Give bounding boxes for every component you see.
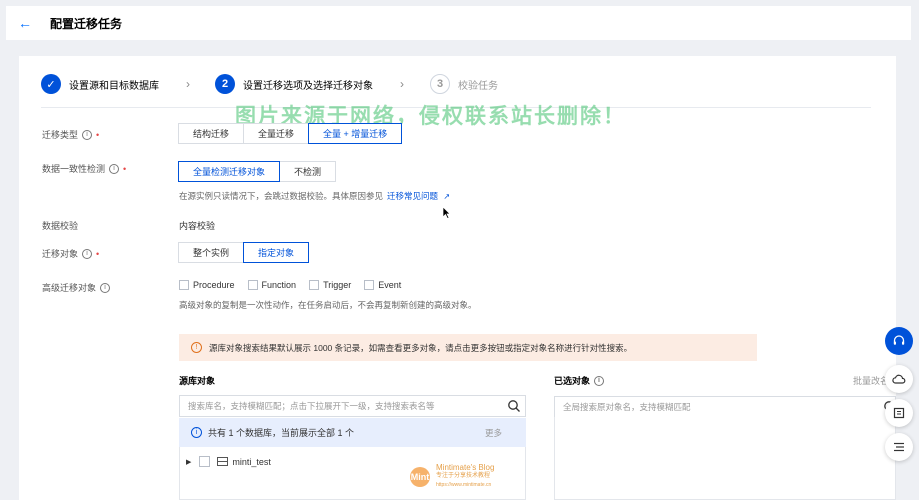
blog-url: https://www.mintimate.cn (436, 482, 492, 488)
list-button[interactable] (885, 433, 913, 461)
migrate-object-selector: 整个实例 指定对象 (178, 242, 310, 263)
checkbox-label: Trigger (323, 280, 352, 290)
info-icon[interactable]: i (82, 129, 93, 140)
checkbox-event[interactable]: Event (364, 280, 401, 290)
checkbox-procedure[interactable]: Procedure (179, 280, 235, 290)
database-count-info: i 共有 1 个数据库，当前展示全部 1 个 更多 (179, 418, 526, 447)
selected-search-input[interactable]: 全局搜索原对象名，支持模糊匹配 (554, 396, 896, 418)
search-limit-notice: ! 源库对象搜索结果默认展示 1000 条记录，如需查看更多对象，请点击更多按钮… (179, 334, 757, 361)
batch-rename-button[interactable]: 批量改名 (853, 374, 889, 387)
external-link-icon[interactable]: ↗ (443, 192, 450, 201)
advanced-label-text: 高级迁移对象 (42, 283, 97, 293)
info-icon[interactable]: i (109, 163, 120, 174)
checkbox-box[interactable] (179, 280, 189, 290)
required-mark: • (123, 163, 127, 174)
source-search-placeholder: 搜索库名，支持模糊匹配；点击下拉展开下一级，支持搜索表名等 (188, 401, 435, 411)
source-objects-title: 源库对象 (179, 376, 216, 386)
step-2-label: 设置迁移选项及选择迁移对象 (243, 80, 373, 92)
advanced-options: Procedure Function Trigger Event (179, 280, 414, 290)
step-3-number: 3 (430, 74, 450, 94)
step-2[interactable]: 2 设置迁移选项及选择迁移对象 (215, 74, 373, 94)
step-3[interactable]: 3 校验任务 (430, 74, 498, 94)
option-structure[interactable]: 结构迁移 (178, 123, 245, 144)
chevron-right-icon: › (186, 77, 190, 91)
step-2-number: 2 (215, 74, 235, 94)
option-whole-instance[interactable]: 整个实例 (178, 242, 245, 263)
warning-icon: ! (191, 342, 202, 353)
step-1[interactable]: ✓ 设置源和目标数据库 (41, 74, 159, 94)
search-icon[interactable] (507, 399, 521, 413)
step-1-label: 设置源和目标数据库 (69, 80, 159, 92)
consistency-hint: 在源实例只读情况下，会跳过数据校验。具体原因参见 迁移常见问题 ↗ (179, 190, 450, 202)
required-mark: • (96, 129, 100, 140)
page-title: 配置迁移任务 (50, 16, 123, 31)
migration-type-label-text: 迁移类型 (42, 130, 79, 140)
mouse-cursor-icon (442, 206, 451, 219)
faq-link[interactable]: 迁移常见问题 (387, 191, 438, 201)
selected-objects-title: 已选对象 i (554, 374, 605, 387)
more-button[interactable]: 更多 (485, 427, 502, 439)
option-no-check[interactable]: 不检测 (279, 161, 337, 182)
source-search-input[interactable]: 搜索库名，支持模糊匹配；点击下拉展开下一级，支持搜索表名等 (179, 395, 526, 417)
selected-search-placeholder: 全局搜索原对象名，支持模糊匹配 (563, 402, 691, 412)
database-count-text: 共有 1 个数据库，当前展示全部 1 个 (208, 428, 355, 438)
checkbox-box[interactable] (247, 280, 258, 290)
required-mark: • (96, 248, 100, 259)
customer-service-button[interactable] (885, 327, 913, 355)
cloud-icon (892, 374, 906, 384)
checkbox-label: Procedure (193, 280, 235, 290)
option-full[interactable]: 全量迁移 (243, 123, 310, 144)
back-arrow-icon[interactable]: ← (18, 15, 40, 31)
checkbox-label: Function (261, 280, 297, 290)
selected-objects-title-text: 已选对象 (554, 376, 591, 386)
tree-checkbox[interactable] (199, 456, 211, 467)
chevron-right-icon: › (400, 77, 404, 91)
list-icon (894, 442, 904, 452)
info-icon[interactable]: i (82, 248, 93, 259)
database-name: minti_test (232, 456, 271, 467)
consistency-label: 数据一致性检测 i • (42, 162, 126, 175)
checkbox-function[interactable]: Function (247, 280, 297, 290)
notice-text: 源库对象搜索结果默认展示 1000 条记录，如需查看更多对象，请点击更多按钮或指… (209, 342, 633, 353)
option-specified-objects[interactable]: 指定对象 (243, 242, 310, 263)
blog-logo: Mint (410, 466, 430, 487)
data-check-value: 内容校验 (179, 221, 216, 231)
consistency-hint-text: 在源实例只读情况下，会跳过数据校验。具体原因参见 (179, 191, 384, 201)
headset-icon (893, 335, 905, 345)
migrate-object-label-text: 迁移对象 (42, 249, 79, 259)
blog-watermark: Mint Mintimate's Blog 专注于分享技术教程 https://… (410, 463, 494, 490)
info-icon: i (191, 427, 202, 438)
info-icon[interactable]: i (100, 282, 111, 293)
cloud-button[interactable] (885, 365, 913, 393)
checkbox-trigger[interactable]: Trigger (309, 280, 351, 290)
blog-name: Mintimate's Blog (436, 463, 495, 472)
option-full-check[interactable]: 全量检测迁移对象 (178, 161, 281, 182)
tree-item-database[interactable]: ▶ minti_test (186, 456, 271, 467)
advanced-hint: 高级对象的复制是一次性动作，在任务启动后，不会再复制新创建的高级对象。 (179, 300, 477, 310)
info-icon[interactable]: i (594, 375, 605, 386)
migration-type-label: 迁移类型 i • (42, 128, 99, 141)
consistency-label-text: 数据一致性检测 (42, 164, 106, 174)
checkbox-box[interactable] (309, 280, 320, 290)
feedback-button[interactable] (885, 399, 913, 427)
blog-subtitle: 专注于分享技术教程 (436, 473, 491, 479)
consistency-selector: 全量检测迁移对象 不检测 (178, 161, 337, 182)
advanced-label: 高级迁移对象 i (42, 281, 111, 294)
step-3-label: 校验任务 (458, 80, 498, 92)
edit-icon (893, 407, 905, 419)
selected-list (554, 417, 896, 500)
expand-caret-icon[interactable]: ▶ (186, 458, 191, 466)
migrate-object-label: 迁移对象 i • (42, 247, 99, 260)
page-header: ← 配置迁移任务 (6, 6, 911, 40)
checkbox-label: Event (378, 280, 402, 290)
check-icon: ✓ (41, 74, 61, 94)
migration-type-selector: 结构迁移 全量迁移 全量 + 增量迁移 (178, 123, 403, 144)
database-table-icon (217, 457, 229, 466)
checkbox-box[interactable] (364, 280, 375, 290)
option-full-incremental[interactable]: 全量 + 增量迁移 (308, 123, 403, 144)
data-check-label: 数据校验 (42, 221, 79, 231)
